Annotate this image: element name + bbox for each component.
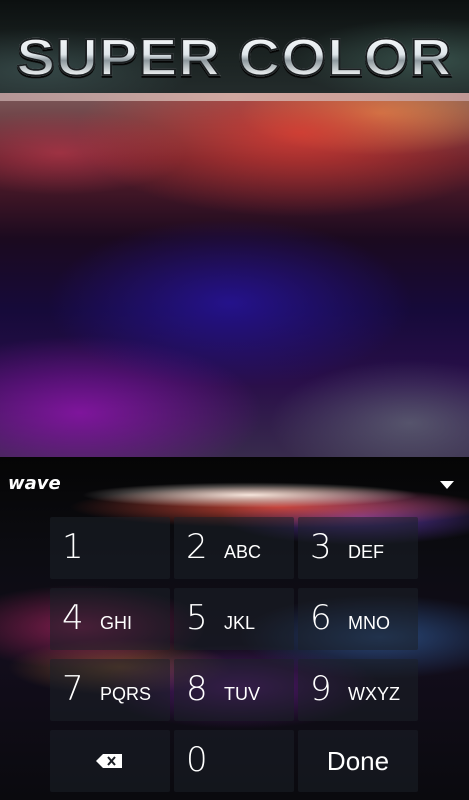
key-digit: 5 xyxy=(186,598,208,638)
wallpaper-preview xyxy=(0,93,469,457)
key-digit: 7 xyxy=(62,669,84,709)
backspace-button[interactable] xyxy=(50,730,170,792)
key-letters: ABC xyxy=(224,542,262,562)
key-letters: JKL xyxy=(224,613,256,633)
key-digit: 1 xyxy=(62,527,84,567)
key-6[interactable]: 6 MNO xyxy=(298,588,418,650)
key-7[interactable]: 7 PQRS xyxy=(50,659,170,721)
app-header: SUPER COLOR xyxy=(0,0,469,93)
app-title: SUPER COLOR xyxy=(0,27,469,87)
key-digit: 2 xyxy=(186,527,208,567)
key-letters: WXYZ xyxy=(348,684,400,704)
key-letters: MNO xyxy=(348,613,390,633)
key-letters: TUV xyxy=(224,684,260,704)
key-letters: PQRS xyxy=(100,684,152,704)
key-8[interactable]: 8 TUV xyxy=(174,659,294,721)
numeric-keyboard: wave 1 2 ABC 3 DEF 4 GHI 5 JKL 6 MNO 7 P… xyxy=(0,457,469,800)
key-5[interactable]: 5 JKL xyxy=(174,588,294,650)
key-letters: GHI xyxy=(100,613,133,633)
key-digit: 0 xyxy=(186,740,208,780)
done-button[interactable]: Done xyxy=(298,730,418,792)
key-digit: 3 xyxy=(310,527,332,567)
key-0[interactable]: 0 xyxy=(174,730,294,792)
key-2[interactable]: 2 ABC xyxy=(174,517,294,579)
key-digit: 9 xyxy=(310,669,332,709)
keyboard-brand-label: wave xyxy=(8,473,61,494)
key-9[interactable]: 9 WXYZ xyxy=(298,659,418,721)
key-4[interactable]: 4 GHI xyxy=(50,588,170,650)
key-1[interactable]: 1 xyxy=(50,517,170,579)
done-label: Done xyxy=(326,746,390,776)
key-digit: 6 xyxy=(310,598,332,638)
backspace-icon xyxy=(96,754,122,768)
key-digit: 8 xyxy=(186,669,208,709)
key-3[interactable]: 3 DEF xyxy=(298,517,418,579)
key-digit: 4 xyxy=(62,598,84,638)
chevron-down-icon[interactable] xyxy=(440,481,454,489)
key-letters: DEF xyxy=(348,542,384,562)
